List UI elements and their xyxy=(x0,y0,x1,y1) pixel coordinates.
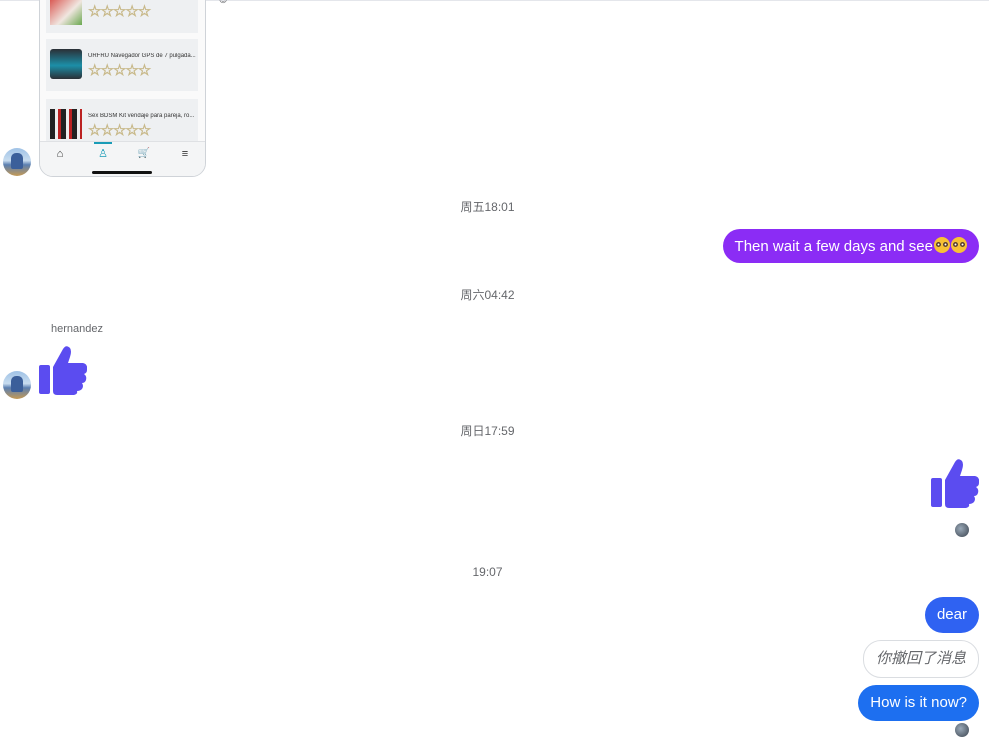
product-title: URFRU Navegador GPS de 7 pulgada... xyxy=(88,53,196,59)
avatar-figure xyxy=(11,153,23,169)
message-text: How is it now? xyxy=(870,694,967,711)
home-indicator xyxy=(92,171,152,174)
rating-stars: ☆☆☆☆☆ xyxy=(88,3,152,20)
rating-stars: ☆☆☆☆☆ xyxy=(88,122,152,139)
message-bubble-outgoing[interactable]: How is it now? xyxy=(858,685,979,721)
home-icon: ⌂ xyxy=(56,148,64,160)
thumbs-up-icon xyxy=(931,459,979,508)
product-title: Sex BDSM Kit vendaje para pareja, ro... xyxy=(88,113,195,119)
avatar[interactable] xyxy=(3,148,31,176)
message-bubble-outgoing[interactable]: Then wait a few days and see xyxy=(722,229,979,263)
message-text: Then wait a few days and see xyxy=(734,238,933,255)
cart-icon: 🛒 xyxy=(137,148,151,159)
reaction-icon[interactable]: ☺ xyxy=(217,0,229,6)
seen-avatar xyxy=(955,723,969,737)
product-thumbnail xyxy=(50,0,82,25)
thumbs-up-message[interactable] xyxy=(39,345,87,395)
pleading-face-emoji xyxy=(934,237,950,253)
timestamp: 周五18:01 xyxy=(460,200,515,214)
menu-icon: ≡ xyxy=(181,148,189,160)
phone-bottom-nav: ⌂ ♙ 🛒 ≡ xyxy=(40,141,205,176)
product-card: URFRU Navegador GPS de 7 pulgada... ☆☆☆☆… xyxy=(46,39,198,91)
timestamp: 19:07 xyxy=(472,565,503,579)
thumbs-up-icon xyxy=(39,346,87,395)
account-icon: ♙ xyxy=(98,148,108,160)
sender-name: hernandez xyxy=(51,323,103,335)
rating-stars: ☆☆☆☆☆ xyxy=(88,62,152,79)
product-thumbnail xyxy=(50,109,82,139)
pleading-face-emoji xyxy=(951,237,967,253)
thumbs-up-message[interactable] xyxy=(931,458,979,508)
recalled-message-text: 你撤回了消息 xyxy=(875,650,966,667)
seen-avatar xyxy=(955,523,969,537)
avatar-figure xyxy=(11,376,23,392)
avatar[interactable] xyxy=(3,371,31,399)
nav-active-indicator xyxy=(94,142,112,144)
recalled-message-bubble[interactable]: 你撤回了消息 xyxy=(862,640,979,678)
product-card: ☆☆☆☆☆ xyxy=(46,0,198,33)
message-text: dear xyxy=(936,606,967,623)
message-actions: ☺ xyxy=(217,0,229,6)
product-thumbnail xyxy=(50,49,82,79)
timestamp: 周日17:59 xyxy=(460,424,515,438)
message-bubble-outgoing[interactable]: dear xyxy=(924,597,979,633)
shared-screenshot-image[interactable]: ☆☆☆☆☆ URFRU Navegador GPS de 7 pulgada..… xyxy=(39,0,206,177)
timestamp: 周六04:42 xyxy=(460,288,515,302)
